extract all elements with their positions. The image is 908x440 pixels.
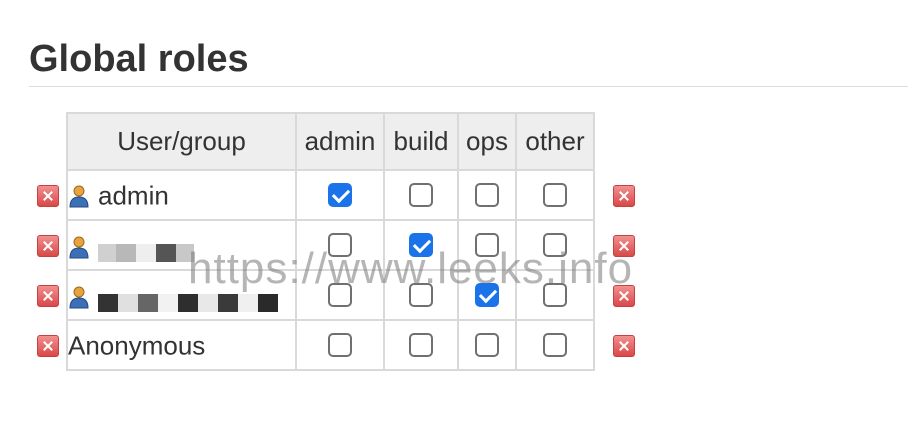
watermark-text: https://www.leeks.info — [188, 244, 634, 293]
column-header-build: build — [383, 112, 459, 171]
user-cell: admin — [66, 169, 297, 221]
user-icon — [69, 236, 89, 259]
page-title: Global roles — [29, 38, 249, 80]
delete-row-button-left[interactable] — [37, 285, 59, 307]
column-header-admin: admin — [295, 112, 385, 171]
redacted-name — [98, 238, 194, 262]
table-row: Anonymous — [66, 319, 595, 371]
checkbox-admin[interactable] — [328, 333, 352, 357]
checkbox-admin[interactable] — [328, 183, 352, 207]
delete-row-button-left[interactable] — [37, 185, 59, 207]
user-icon — [69, 286, 89, 309]
delete-row-button-right[interactable] — [613, 185, 635, 207]
delete-row-button-right[interactable] — [613, 335, 635, 357]
delete-row-button-left[interactable] — [37, 235, 59, 257]
user-name: admin — [98, 180, 169, 211]
column-header-other: other — [515, 112, 595, 171]
checkbox-ops[interactable] — [475, 183, 499, 207]
table-row: admin — [66, 169, 595, 221]
checkbox-build[interactable] — [409, 183, 433, 207]
roles-table: User/group admin build ops other admin A… — [66, 112, 595, 371]
checkbox-build[interactable] — [409, 333, 433, 357]
checkbox-other[interactable] — [543, 183, 567, 207]
checkbox-ops[interactable] — [475, 333, 499, 357]
user-icon — [69, 185, 89, 208]
delete-row-button-left[interactable] — [37, 335, 59, 357]
user-cell: Anonymous — [66, 319, 297, 371]
column-header-user-group: User/group — [66, 112, 297, 171]
header-row: User/group admin build ops other — [66, 112, 595, 171]
title-divider — [29, 86, 908, 87]
checkbox-other[interactable] — [543, 333, 567, 357]
column-header-ops: ops — [457, 112, 517, 171]
user-name: Anonymous — [68, 330, 206, 361]
